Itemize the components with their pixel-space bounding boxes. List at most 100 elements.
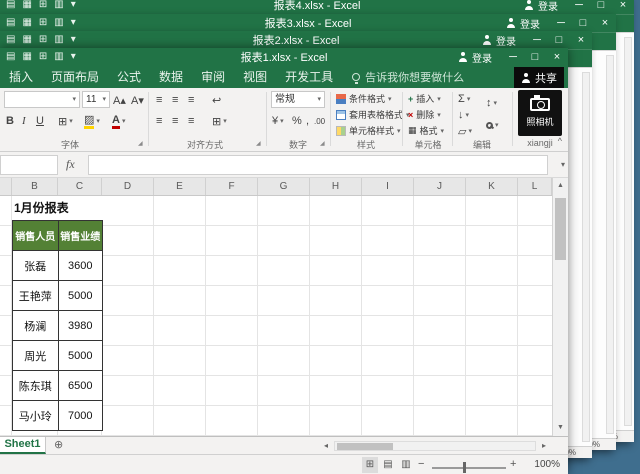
tab-view[interactable]: 视图 bbox=[234, 66, 276, 88]
table-icon[interactable]: ⊞ bbox=[39, 31, 47, 49]
minimize-button[interactable]: ─ bbox=[550, 14, 572, 32]
fx-icon[interactable]: fx bbox=[66, 157, 75, 172]
chart-icon[interactable]: ▥ bbox=[54, 14, 63, 32]
maximize-button[interactable]: □ bbox=[548, 31, 570, 49]
save-icon[interactable]: ▤ bbox=[6, 0, 15, 14]
fill-color-button[interactable]: ▨▾ bbox=[84, 112, 100, 130]
table-cell[interactable]: 杨澜 bbox=[13, 311, 59, 341]
zoom-slider-thumb[interactable] bbox=[463, 462, 466, 473]
maximize-button[interactable]: □ bbox=[524, 48, 546, 66]
chart-icon[interactable]: ▥ bbox=[54, 48, 63, 66]
column-header-sliver[interactable] bbox=[0, 178, 12, 195]
grid-column[interactable] bbox=[362, 196, 414, 436]
underline-button[interactable]: U bbox=[36, 112, 44, 130]
table-icon[interactable]: ⊞ bbox=[39, 14, 47, 32]
table-cell[interactable]: 周光 bbox=[13, 341, 59, 371]
login-button[interactable]: 登录 bbox=[472, 33, 526, 48]
borders-button[interactable]: ⊞▾ bbox=[58, 112, 73, 130]
conditional-formatting-button[interactable]: 条件格式▾ bbox=[336, 92, 392, 105]
minimize-button[interactable]: ─ bbox=[526, 31, 548, 49]
column-header[interactable]: F bbox=[206, 178, 258, 195]
zoom-in-button[interactable]: + bbox=[510, 458, 516, 470]
tell-me-box[interactable]: 告诉我你想要做什么 bbox=[342, 69, 464, 85]
add-sheet-button[interactable]: ⊕ bbox=[54, 438, 63, 451]
font-color-button[interactable]: A▾ bbox=[112, 112, 125, 130]
table-cell[interactable]: 王艳萍 bbox=[13, 281, 59, 311]
sort-filter-button[interactable]: ↕▾ bbox=[486, 94, 497, 112]
column-header[interactable]: K bbox=[466, 178, 518, 195]
align-top-button[interactable]: ≡ bbox=[156, 91, 162, 109]
number-format-combo[interactable]: 常规▾ bbox=[271, 91, 325, 108]
delete-cells-button[interactable]: ×删除▾ bbox=[408, 108, 441, 121]
zoom-level[interactable]: 100% bbox=[534, 459, 560, 470]
align-left-button[interactable]: ≡ bbox=[156, 112, 162, 130]
camera-button[interactable]: 照相机 bbox=[518, 90, 562, 136]
column-header[interactable]: L bbox=[518, 178, 552, 195]
maximize-button[interactable]: □ bbox=[572, 14, 594, 32]
page-layout-view-button[interactable]: ▤ bbox=[380, 457, 396, 473]
save-icon[interactable]: ▤ bbox=[6, 31, 15, 49]
grow-font-button[interactable]: A▴ bbox=[113, 91, 126, 109]
formula-input[interactable] bbox=[88, 155, 548, 175]
comma-format-button[interactable]: , bbox=[306, 112, 309, 130]
tab-developer[interactable]: 开发工具 bbox=[276, 66, 342, 88]
grid-column[interactable] bbox=[206, 196, 258, 436]
increase-decimal-button[interactable]: .00 bbox=[314, 112, 325, 130]
bold-button[interactable]: B bbox=[6, 112, 14, 130]
tab-review[interactable]: 审阅 bbox=[192, 66, 234, 88]
table-cell[interactable]: 张磊 bbox=[13, 251, 59, 281]
name-box[interactable] bbox=[0, 155, 58, 175]
workbook-icon[interactable]: ▦ bbox=[22, 48, 31, 66]
grid-column[interactable] bbox=[466, 196, 518, 436]
currency-format-button[interactable]: ¥▾ bbox=[272, 112, 284, 130]
maximize-button[interactable]: □ bbox=[590, 0, 612, 14]
font-dialog-launcher[interactable]: ◢ bbox=[138, 140, 143, 147]
table-header-cell[interactable]: 销售人员 bbox=[13, 221, 59, 251]
table-cell[interactable]: 5000 bbox=[59, 341, 104, 371]
shrink-font-button[interactable]: A▾ bbox=[131, 91, 144, 109]
table-icon[interactable]: ⊞ bbox=[39, 0, 47, 14]
column-header[interactable]: I bbox=[362, 178, 414, 195]
normal-view-button[interactable]: ⊞ bbox=[362, 457, 378, 473]
login-button[interactable]: 登录 bbox=[496, 16, 550, 31]
tab-page-layout[interactable]: 页面布局 bbox=[42, 66, 108, 88]
vertical-scrollbar[interactable] bbox=[624, 37, 632, 426]
grid-column[interactable] bbox=[0, 196, 12, 436]
vertical-scrollbar[interactable] bbox=[582, 72, 590, 442]
titlebar-report2[interactable]: ▤ ▦ ⊞ ▥ ▾ 报表2.xlsx - Excel 登录 ─ □ × bbox=[0, 31, 592, 49]
table-cell[interactable]: 陈东琪 bbox=[13, 371, 59, 401]
scroll-down-icon[interactable]: ▼ bbox=[553, 420, 568, 436]
table-icon[interactable]: ⊞ bbox=[39, 48, 47, 66]
minimize-button[interactable]: ─ bbox=[502, 48, 524, 66]
minimize-button[interactable]: ─ bbox=[568, 0, 590, 14]
table-title[interactable]: 1月份报表 bbox=[12, 196, 103, 220]
percent-format-button[interactable]: % bbox=[292, 112, 302, 130]
vertical-scroll-thumb[interactable] bbox=[555, 198, 566, 260]
align-right-button[interactable]: ≡ bbox=[188, 112, 194, 130]
vertical-scrollbar[interactable]: ▲ ▼ bbox=[552, 178, 568, 436]
insert-cells-button[interactable]: +插入▾ bbox=[408, 92, 441, 105]
column-header[interactable]: E bbox=[154, 178, 206, 195]
close-button[interactable]: × bbox=[570, 31, 592, 49]
save-icon[interactable]: ▤ bbox=[6, 48, 15, 66]
titlebar-report4[interactable]: ▤ ▦ ⊞ ▥ ▾ 报表4.xlsx - Excel 登录 ─ □ × bbox=[0, 0, 634, 14]
table-header-cell[interactable]: 销售业绩 bbox=[59, 221, 104, 251]
table-cell[interactable]: 5000 bbox=[59, 281, 104, 311]
close-button[interactable]: × bbox=[546, 48, 568, 66]
column-header[interactable]: C bbox=[58, 178, 102, 195]
table-cell[interactable]: 3980 bbox=[59, 311, 104, 341]
vertical-scrollbar[interactable] bbox=[606, 55, 614, 434]
share-button[interactable]: 共享 bbox=[514, 67, 564, 89]
login-button[interactable]: 登录 bbox=[514, 0, 568, 13]
column-header[interactable]: J bbox=[414, 178, 466, 195]
zoom-out-button[interactable]: − bbox=[418, 458, 424, 470]
collapse-ribbon-button[interactable]: ^ bbox=[558, 136, 562, 146]
align-center-button[interactable]: ≡ bbox=[172, 112, 178, 130]
qat-customize-icon[interactable]: ▾ bbox=[71, 0, 76, 14]
horizontal-scrollbar[interactable] bbox=[334, 441, 536, 451]
formula-expand-icon[interactable]: ▾ bbox=[561, 160, 565, 169]
alignment-dialog-launcher[interactable]: ◢ bbox=[256, 140, 261, 147]
grid-column[interactable] bbox=[102, 196, 154, 436]
save-icon[interactable]: ▤ bbox=[6, 14, 15, 32]
tab-insert[interactable]: 插入 bbox=[0, 66, 42, 88]
